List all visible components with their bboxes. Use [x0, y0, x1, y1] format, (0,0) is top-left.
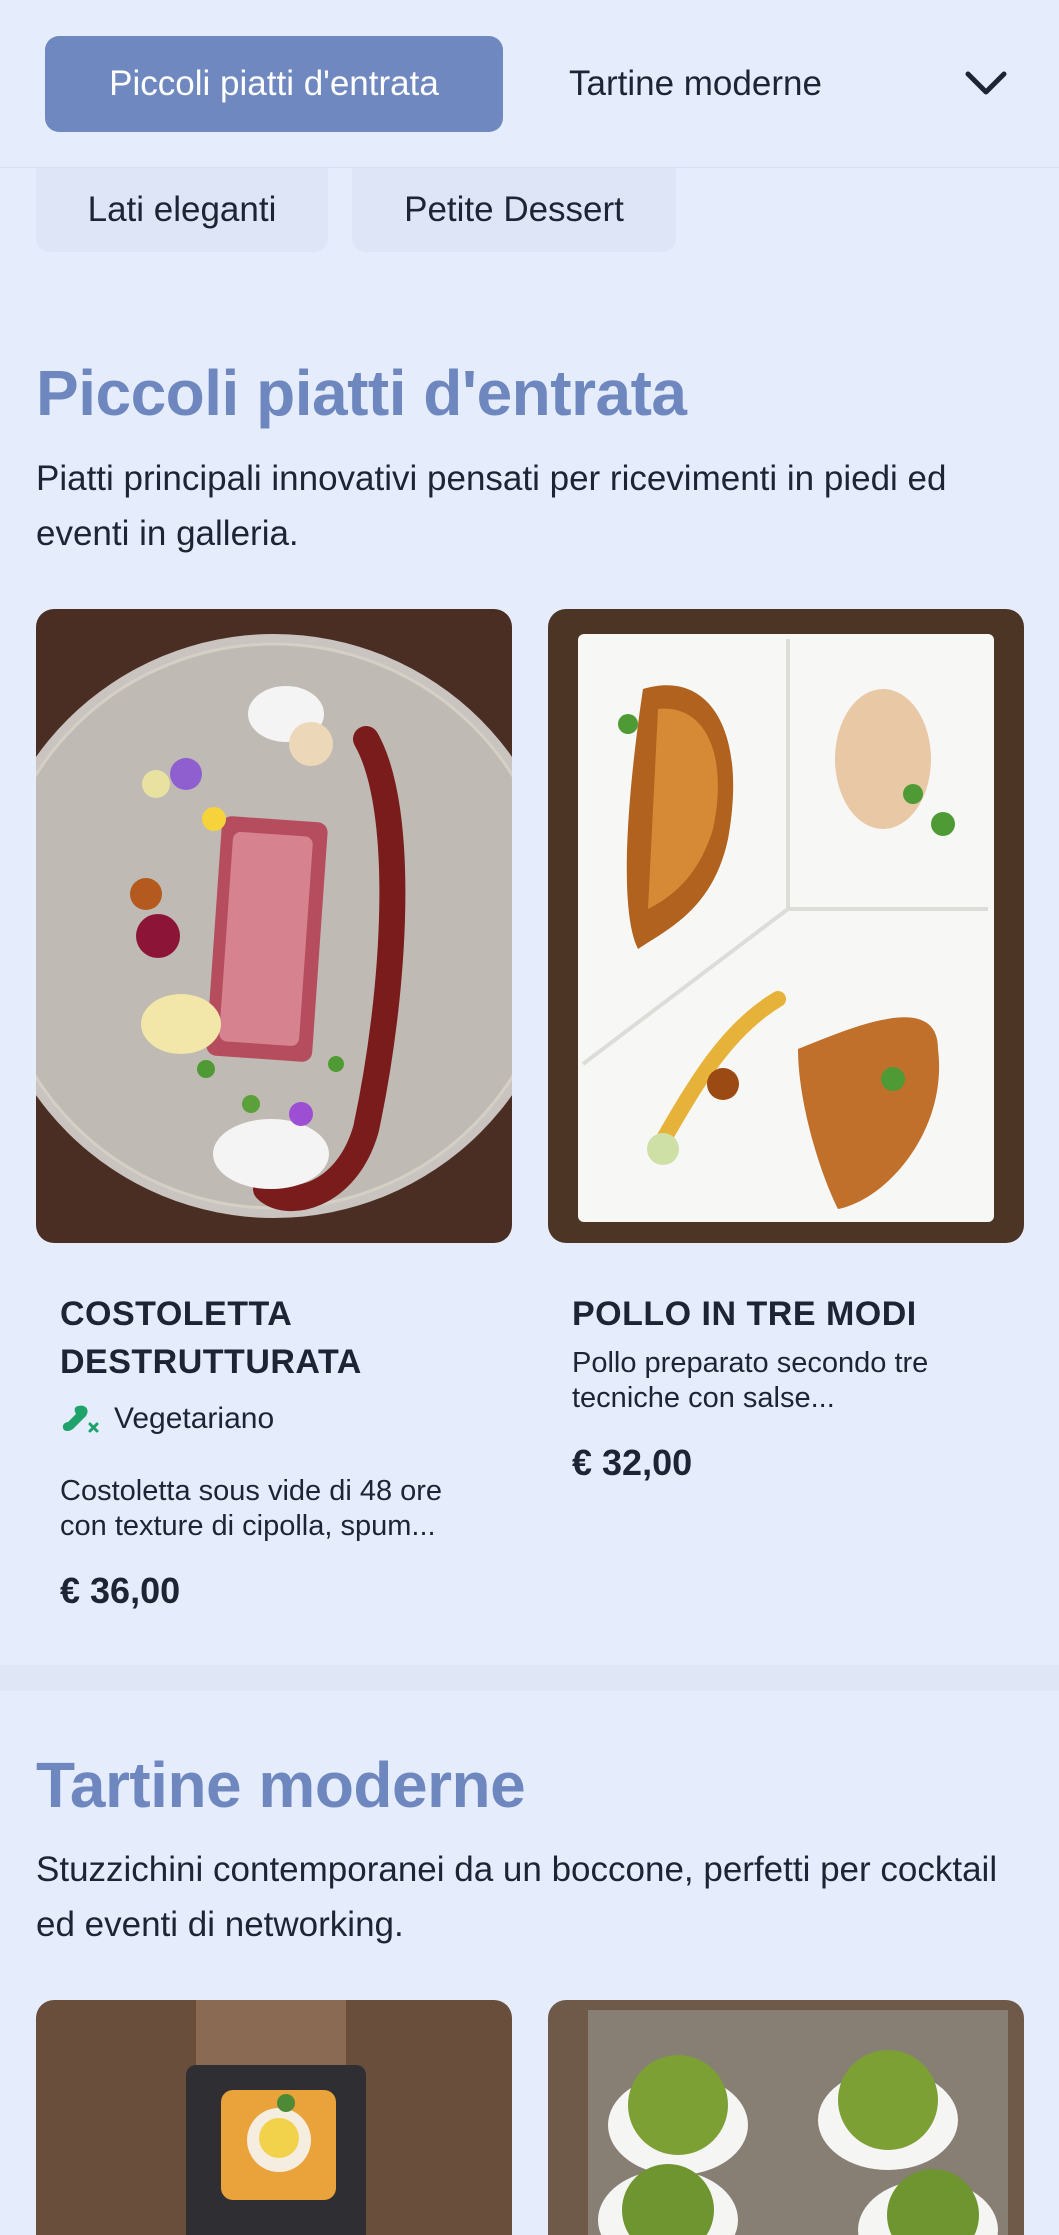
dish-title[interactable]: POLLO IN TRE MODI — [572, 1290, 1012, 1338]
vegetarian-leg-icon — [62, 1405, 99, 1433]
dish-price: € 36,00 — [60, 1570, 181, 1611]
tab-tartine-moderne[interactable]: Tartine moderne — [569, 36, 822, 132]
tab-lati-eleganti[interactable]: Lati eleganti — [36, 168, 328, 252]
dish-photo — [36, 2000, 512, 2235]
dish-price: € 32,00 — [572, 1442, 693, 1483]
dish-title[interactable]: COSTOLETTA DESTRUTTURATA — [60, 1290, 500, 1386]
section-description: Stuzzichini contemporanei da un boccone,… — [36, 1850, 998, 1944]
category-nav-expanded: Lati eleganti Petite Dessert — [0, 168, 1059, 252]
category-nav: Piccoli piatti d'entrata Tartine moderne — [0, 0, 1059, 168]
dish-description-line: tecniche con salse... — [572, 1382, 835, 1414]
tab-petite-dessert[interactable]: Petite Dessert — [352, 168, 676, 252]
section-title: Piccoli piatti d'entrata — [36, 357, 687, 429]
dish-photo — [548, 2000, 1024, 2235]
tab-piccoli-piatti[interactable]: Piccoli piatti d'entrata — [45, 36, 503, 132]
dish-image-sfere[interactable] — [548, 2000, 1024, 2235]
dish-image-costoletta[interactable] — [36, 609, 512, 1243]
dish-description: Costoletta sous vide di 48 ore con textu… — [60, 1474, 490, 1544]
dietary-tag: Vegetariano — [60, 1402, 274, 1436]
dish-description-line: Pollo preparato secondo tre — [572, 1347, 929, 1379]
dish-image-tartina[interactable] — [36, 2000, 512, 2235]
section-divider — [0, 1665, 1059, 1691]
dish-photo — [548, 609, 1024, 1243]
dietary-tag-label: Vegetariano — [114, 1402, 275, 1435]
chevron-down-icon[interactable] — [962, 62, 1010, 104]
dish-description-line: con texture di cipolla, spum... — [60, 1510, 436, 1542]
section-description: Piatti principali innovativi pensati per… — [36, 459, 947, 553]
dish-photo — [36, 609, 512, 1243]
section-title: Tartine moderne — [36, 1749, 526, 1821]
dish-description: Pollo preparato secondo tre tecniche con… — [572, 1346, 1002, 1416]
dish-description-line: Costoletta sous vide di 48 ore — [60, 1475, 443, 1507]
dish-image-pollo[interactable] — [548, 609, 1024, 1243]
